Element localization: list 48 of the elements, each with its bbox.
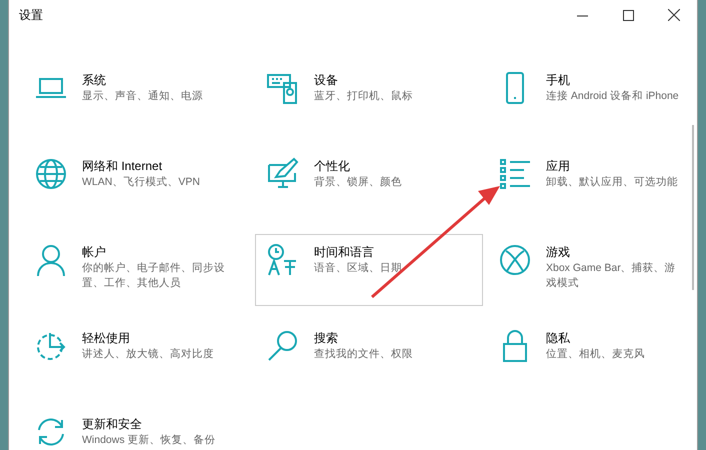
- search-icon: [266, 329, 300, 363]
- category-title: 手机: [546, 72, 571, 89]
- category-description: 卸载、默认应用、可选功能: [546, 175, 678, 190]
- category-description: 背景、锁屏、颜色: [314, 175, 402, 190]
- category-title: 隐私: [546, 330, 571, 347]
- xbox-icon: [498, 243, 532, 277]
- category-description: 查找我的文件、权限: [314, 347, 413, 362]
- maximize-icon: [622, 10, 634, 20]
- settings-category[interactable]: 游戏 Xbox Game Bar、捕获、游戏模式: [487, 234, 695, 306]
- keyboard-speaker-icon: [266, 71, 300, 105]
- settings-category[interactable]: 网络和 Internet WLAN、飞行模式、VPN: [23, 148, 251, 220]
- category-title: 网络和 Internet: [82, 158, 164, 175]
- category-description: 连接 Android 设备和 iPhone: [546, 89, 679, 104]
- monitor-brush-icon: [266, 157, 300, 191]
- person-icon: [34, 243, 68, 277]
- category-title: 个性化: [314, 158, 351, 175]
- category-title: 帐户: [82, 244, 107, 261]
- category-description: 显示、声音、通知、电源: [82, 89, 203, 104]
- settings-category[interactable]: 手机 连接 Android 设备和 iPhone: [487, 62, 695, 134]
- settings-category[interactable]: 搜索 查找我的文件、权限: [255, 320, 483, 392]
- category-description: Windows 更新、恢复、备份: [82, 433, 216, 448]
- category-title: 游戏: [546, 244, 571, 261]
- scrollbar[interactable]: [692, 125, 694, 290]
- category-description: 你的帐户、电子邮件、同步设置、工作、其他人员: [82, 261, 226, 291]
- category-description: 讲述人、放大镜、高对比度: [82, 347, 214, 362]
- category-description: WLAN、飞行模式、VPN: [82, 175, 200, 190]
- category-title: 时间和语言: [314, 244, 375, 261]
- settings-category[interactable]: 应用 卸载、默认应用、可选功能: [487, 148, 695, 220]
- list-icon: [498, 157, 532, 191]
- settings-category[interactable]: 系统 显示、声音、通知、电源: [23, 62, 251, 134]
- window-title: 设置: [19, 6, 44, 24]
- category-title: 搜索: [314, 330, 339, 347]
- settings-category[interactable]: 帐户 你的帐户、电子邮件、同步设置、工作、其他人员: [23, 234, 251, 306]
- settings-category[interactable]: 更新和安全 Windows 更新、恢复、备份: [23, 406, 251, 450]
- category-title: 轻松使用: [82, 330, 131, 347]
- globe-icon: [34, 157, 68, 191]
- category-title: 更新和安全: [82, 416, 143, 433]
- category-description: 蓝牙、打印机、鼠标: [314, 89, 413, 104]
- category-title: 系统: [82, 72, 107, 89]
- category-description: Xbox Game Bar、捕获、游戏模式: [546, 261, 677, 291]
- settings-category[interactable]: 隐私 位置、相机、麦克风: [487, 320, 695, 392]
- close-icon: [668, 9, 680, 21]
- settings-category[interactable]: 轻松使用 讲述人、放大镜、高对比度: [23, 320, 251, 392]
- category-description: 位置、相机、麦克风: [546, 347, 645, 362]
- settings-category[interactable]: 个性化 背景、锁屏、颜色: [255, 148, 483, 220]
- settings-category[interactable]: 设备 蓝牙、打印机、鼠标: [255, 62, 483, 134]
- category-title: 应用: [546, 158, 571, 175]
- category-title: 设备: [314, 72, 339, 89]
